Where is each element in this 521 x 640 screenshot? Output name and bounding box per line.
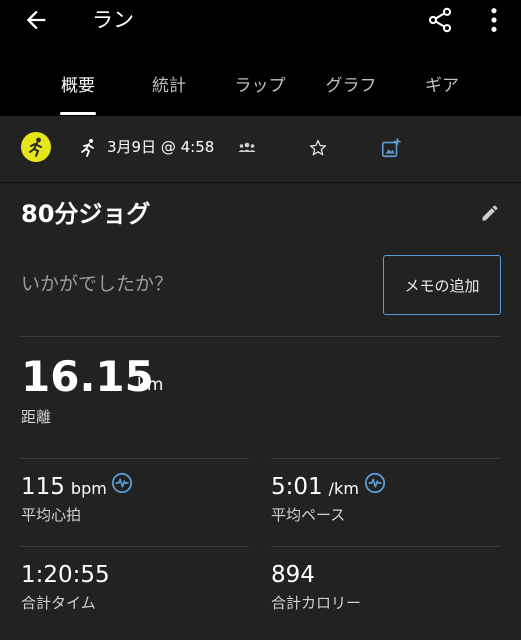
edit-pencil-icon[interactable]	[480, 203, 500, 223]
distance-label: 距離	[21, 408, 52, 426]
total-time-value: 1:20:55	[21, 562, 110, 588]
avg-hr-stat: 115 bpm	[21, 471, 107, 505]
people-icon[interactable]	[237, 140, 257, 156]
divider	[271, 546, 501, 547]
activity-meta-row: 3月9日 @ 4:58	[0, 116, 521, 182]
app-bar: ラン 概要 統計 ラップ グラフ ギア	[0, 0, 521, 116]
running-icon	[81, 139, 94, 157]
heart-rate-icon	[111, 472, 133, 494]
badge-runner-icon	[29, 137, 42, 157]
tab-overview[interactable]: 概要	[26, 66, 130, 114]
activity-type-badge	[21, 132, 51, 162]
workout-name: 80分ジョグ	[21, 200, 151, 228]
calories-value: 894	[271, 562, 315, 588]
tab-gear[interactable]: ギア	[390, 66, 494, 114]
divider	[271, 458, 501, 459]
meta-divider	[0, 182, 521, 183]
avg-pace-value: 5:01	[271, 474, 323, 500]
back-arrow-icon[interactable]	[22, 6, 50, 34]
tab-graphs[interactable]: グラフ	[299, 66, 403, 114]
avg-hr-label: 平均心拍	[21, 506, 82, 524]
tab-bar: 概要 統計 ラップ グラフ ギア	[0, 66, 521, 115]
activity-date: 3月9日 @ 4:58	[107, 138, 215, 156]
avg-pace-stat: 5:01/km	[271, 471, 359, 505]
star-icon[interactable]	[308, 138, 328, 158]
total-time-label: 合計タイム	[21, 594, 96, 612]
divider	[20, 546, 249, 547]
distance-value: 16.15	[21, 352, 154, 401]
distance-unit: km	[137, 375, 164, 395]
share-icon[interactable]	[426, 6, 454, 34]
feedback-prompt: いかがでしたか？	[21, 273, 174, 295]
add-memo-button[interactable]: メモの追加	[383, 255, 501, 315]
pace-info-icon	[364, 472, 386, 494]
divider	[20, 458, 249, 459]
active-tab-indicator	[60, 112, 96, 115]
add-photo-icon[interactable]	[380, 137, 402, 159]
page-title: ラン	[92, 8, 134, 32]
overview-content: 3月9日 @ 4:58 80分ジョグ いかがでしたか？ メモの追加 16.15 …	[0, 116, 521, 640]
calories-label: 合計カロリー	[271, 594, 362, 612]
avg-hr-value: 115	[21, 474, 65, 500]
avg-pace-label: 平均ペース	[271, 506, 346, 524]
tab-stats[interactable]: 統計	[117, 66, 221, 114]
divider	[20, 336, 501, 337]
avg-pace-unit: /km	[328, 479, 359, 498]
tab-laps[interactable]: ラップ	[208, 66, 312, 114]
more-vert-icon[interactable]	[480, 6, 508, 34]
avg-hr-unit: bpm	[70, 479, 107, 498]
